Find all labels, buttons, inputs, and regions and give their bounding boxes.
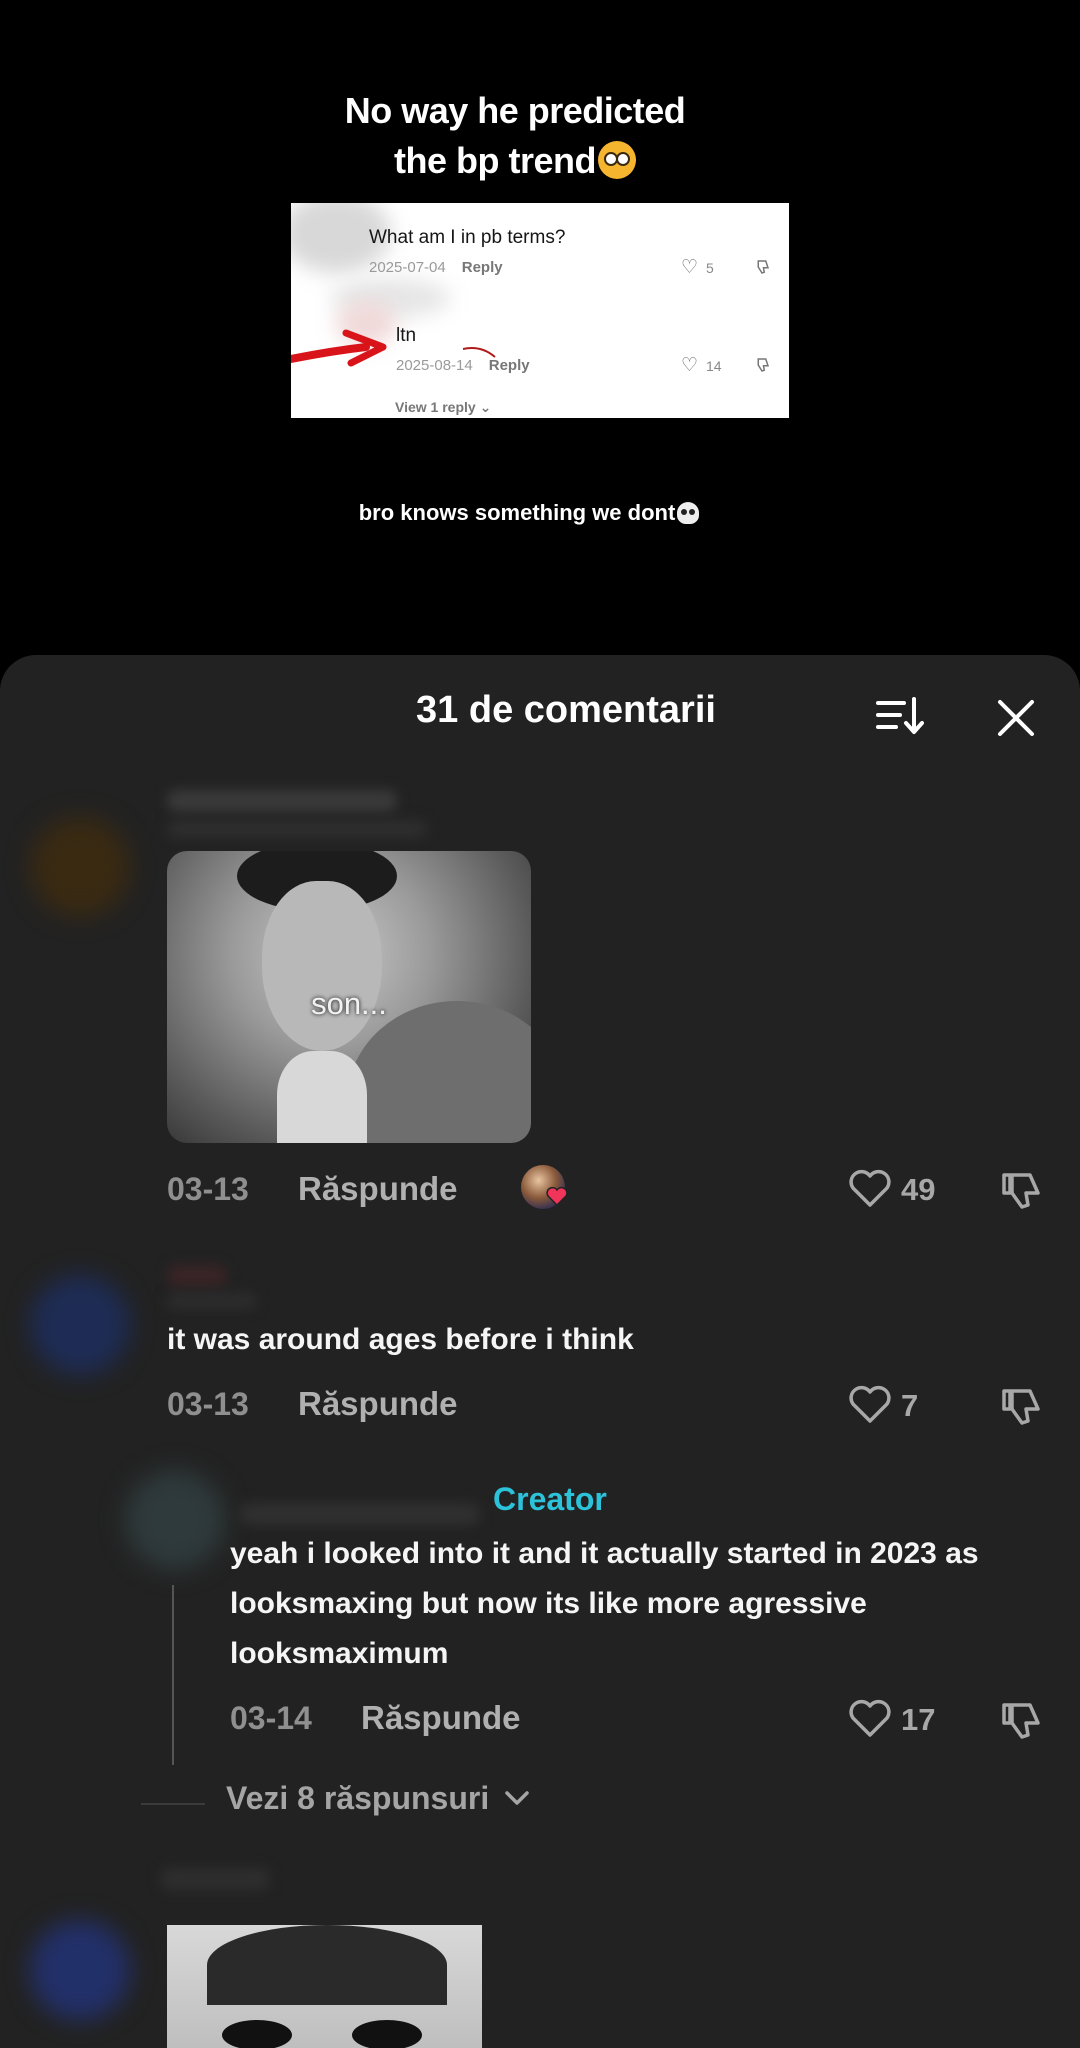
sort-icon[interactable] (874, 695, 924, 737)
comment-sticker-image[interactable] (167, 1925, 482, 2048)
sticker-figure-cap (207, 1925, 447, 2005)
comment-sticker-image[interactable]: son... (167, 851, 531, 1143)
avatar[interactable] (30, 817, 130, 917)
comment-text: it was around ages before i think (167, 1323, 634, 1356)
username[interactable] (160, 1868, 270, 1890)
embedded-view-reply-label: View 1 reply (395, 399, 476, 415)
reply-button[interactable]: Răspunde (361, 1699, 521, 1737)
embedded-reply-link: Reply (461, 259, 503, 276)
video-title-line2: the bp trend (394, 140, 596, 181)
close-icon[interactable] (996, 697, 1036, 739)
video-title-line1: No way he predicted (344, 90, 686, 131)
sticker-figure-eye (222, 2020, 292, 2048)
video-title-overlay: No way he predicted the bp trend (0, 86, 1030, 186)
dislike-icon[interactable] (1000, 1169, 1044, 1213)
video-caption: bro knows something we dont (0, 500, 1058, 526)
heart-icon[interactable] (848, 1385, 892, 1425)
view-replies-button[interactable]: Vezi 8 răspunsuri (226, 1780, 530, 1817)
sticker-figure-shoulder (347, 1001, 531, 1143)
comment-date: 03-14 (230, 1700, 312, 1736)
dislike-icon[interactable] (1000, 1699, 1044, 1743)
video-caption-text: bro knows something we dont (358, 500, 676, 525)
like-count: 17 (901, 1702, 936, 1737)
chevron-down-icon (505, 1791, 529, 1805)
sticker-figure-face (262, 881, 382, 1051)
avatar[interactable] (30, 1275, 130, 1375)
heart-icon (546, 1186, 568, 1207)
username[interactable] (167, 790, 397, 812)
heart-icon[interactable] (848, 1169, 892, 1209)
reply-text-line1: yeah i looked into it and it actually st… (230, 1537, 979, 1570)
creator-badge: Creator (493, 1481, 607, 1517)
username[interactable] (167, 1265, 227, 1287)
like-count: 7 (901, 1388, 919, 1423)
skull-emoji (677, 502, 700, 524)
avatar[interactable] (125, 1470, 225, 1570)
heart-icon[interactable] (848, 1699, 892, 1739)
video-player[interactable]: No way he predicted the bp trend What am… (0, 0, 1080, 660)
comment-date: 03-13 (167, 1386, 249, 1422)
username-secondary (167, 1293, 257, 1309)
reply-button[interactable]: Răspunde (298, 1170, 458, 1208)
reply-button[interactable]: Răspunde (298, 1385, 458, 1423)
embedded-comment-date: 2025-07-04 (369, 259, 446, 276)
dislike-icon[interactable] (1000, 1385, 1044, 1429)
like-count: 49 (901, 1172, 936, 1207)
username-secondary (167, 820, 427, 838)
embedded-comment-screenshot: What am I in pb terms? 2025-07-04 Reply ♡… (291, 203, 789, 418)
sticker-caption: son... (311, 986, 387, 1021)
embedded-like-count: 5 (706, 260, 714, 276)
thread-line (172, 1585, 174, 1765)
heart-icon: ♡ (681, 355, 699, 376)
dislike-icon (757, 260, 770, 274)
embedded-reply-link: Reply (488, 357, 530, 374)
heart-icon: ♡ (681, 257, 699, 278)
dislike-icon (757, 358, 770, 372)
reply-text-line2: looksmaxing but now its like more agress… (230, 1587, 867, 1620)
red-arrow-annotation (291, 329, 387, 367)
flushed-face-emoji (597, 141, 636, 179)
username[interactable] (240, 1503, 480, 1525)
comment-date: 03-13 (167, 1171, 249, 1207)
sticker-figure-eye (352, 2020, 422, 2048)
embedded-comment-date: 2025-08-14 (396, 357, 473, 374)
view-replies-label: Vezi 8 răspunsuri (226, 1780, 490, 1816)
avatar[interactable] (30, 1920, 130, 2020)
reply-text: yeah i looked into it and it actually st… (230, 1529, 979, 1679)
embedded-comment-text: What am I in pb terms? (369, 227, 566, 248)
embedded-view-reply: View 1 reply ⌄ (395, 399, 492, 415)
divider (141, 1803, 205, 1805)
sticker-figure-hands (277, 1051, 367, 1143)
comments-sheet: 31 de comentarii son... 03-13 Răspunde 4… (0, 655, 1080, 2048)
embedded-like-count: 14 (706, 358, 722, 374)
reply-text-line3: looksmaximum (230, 1637, 449, 1670)
